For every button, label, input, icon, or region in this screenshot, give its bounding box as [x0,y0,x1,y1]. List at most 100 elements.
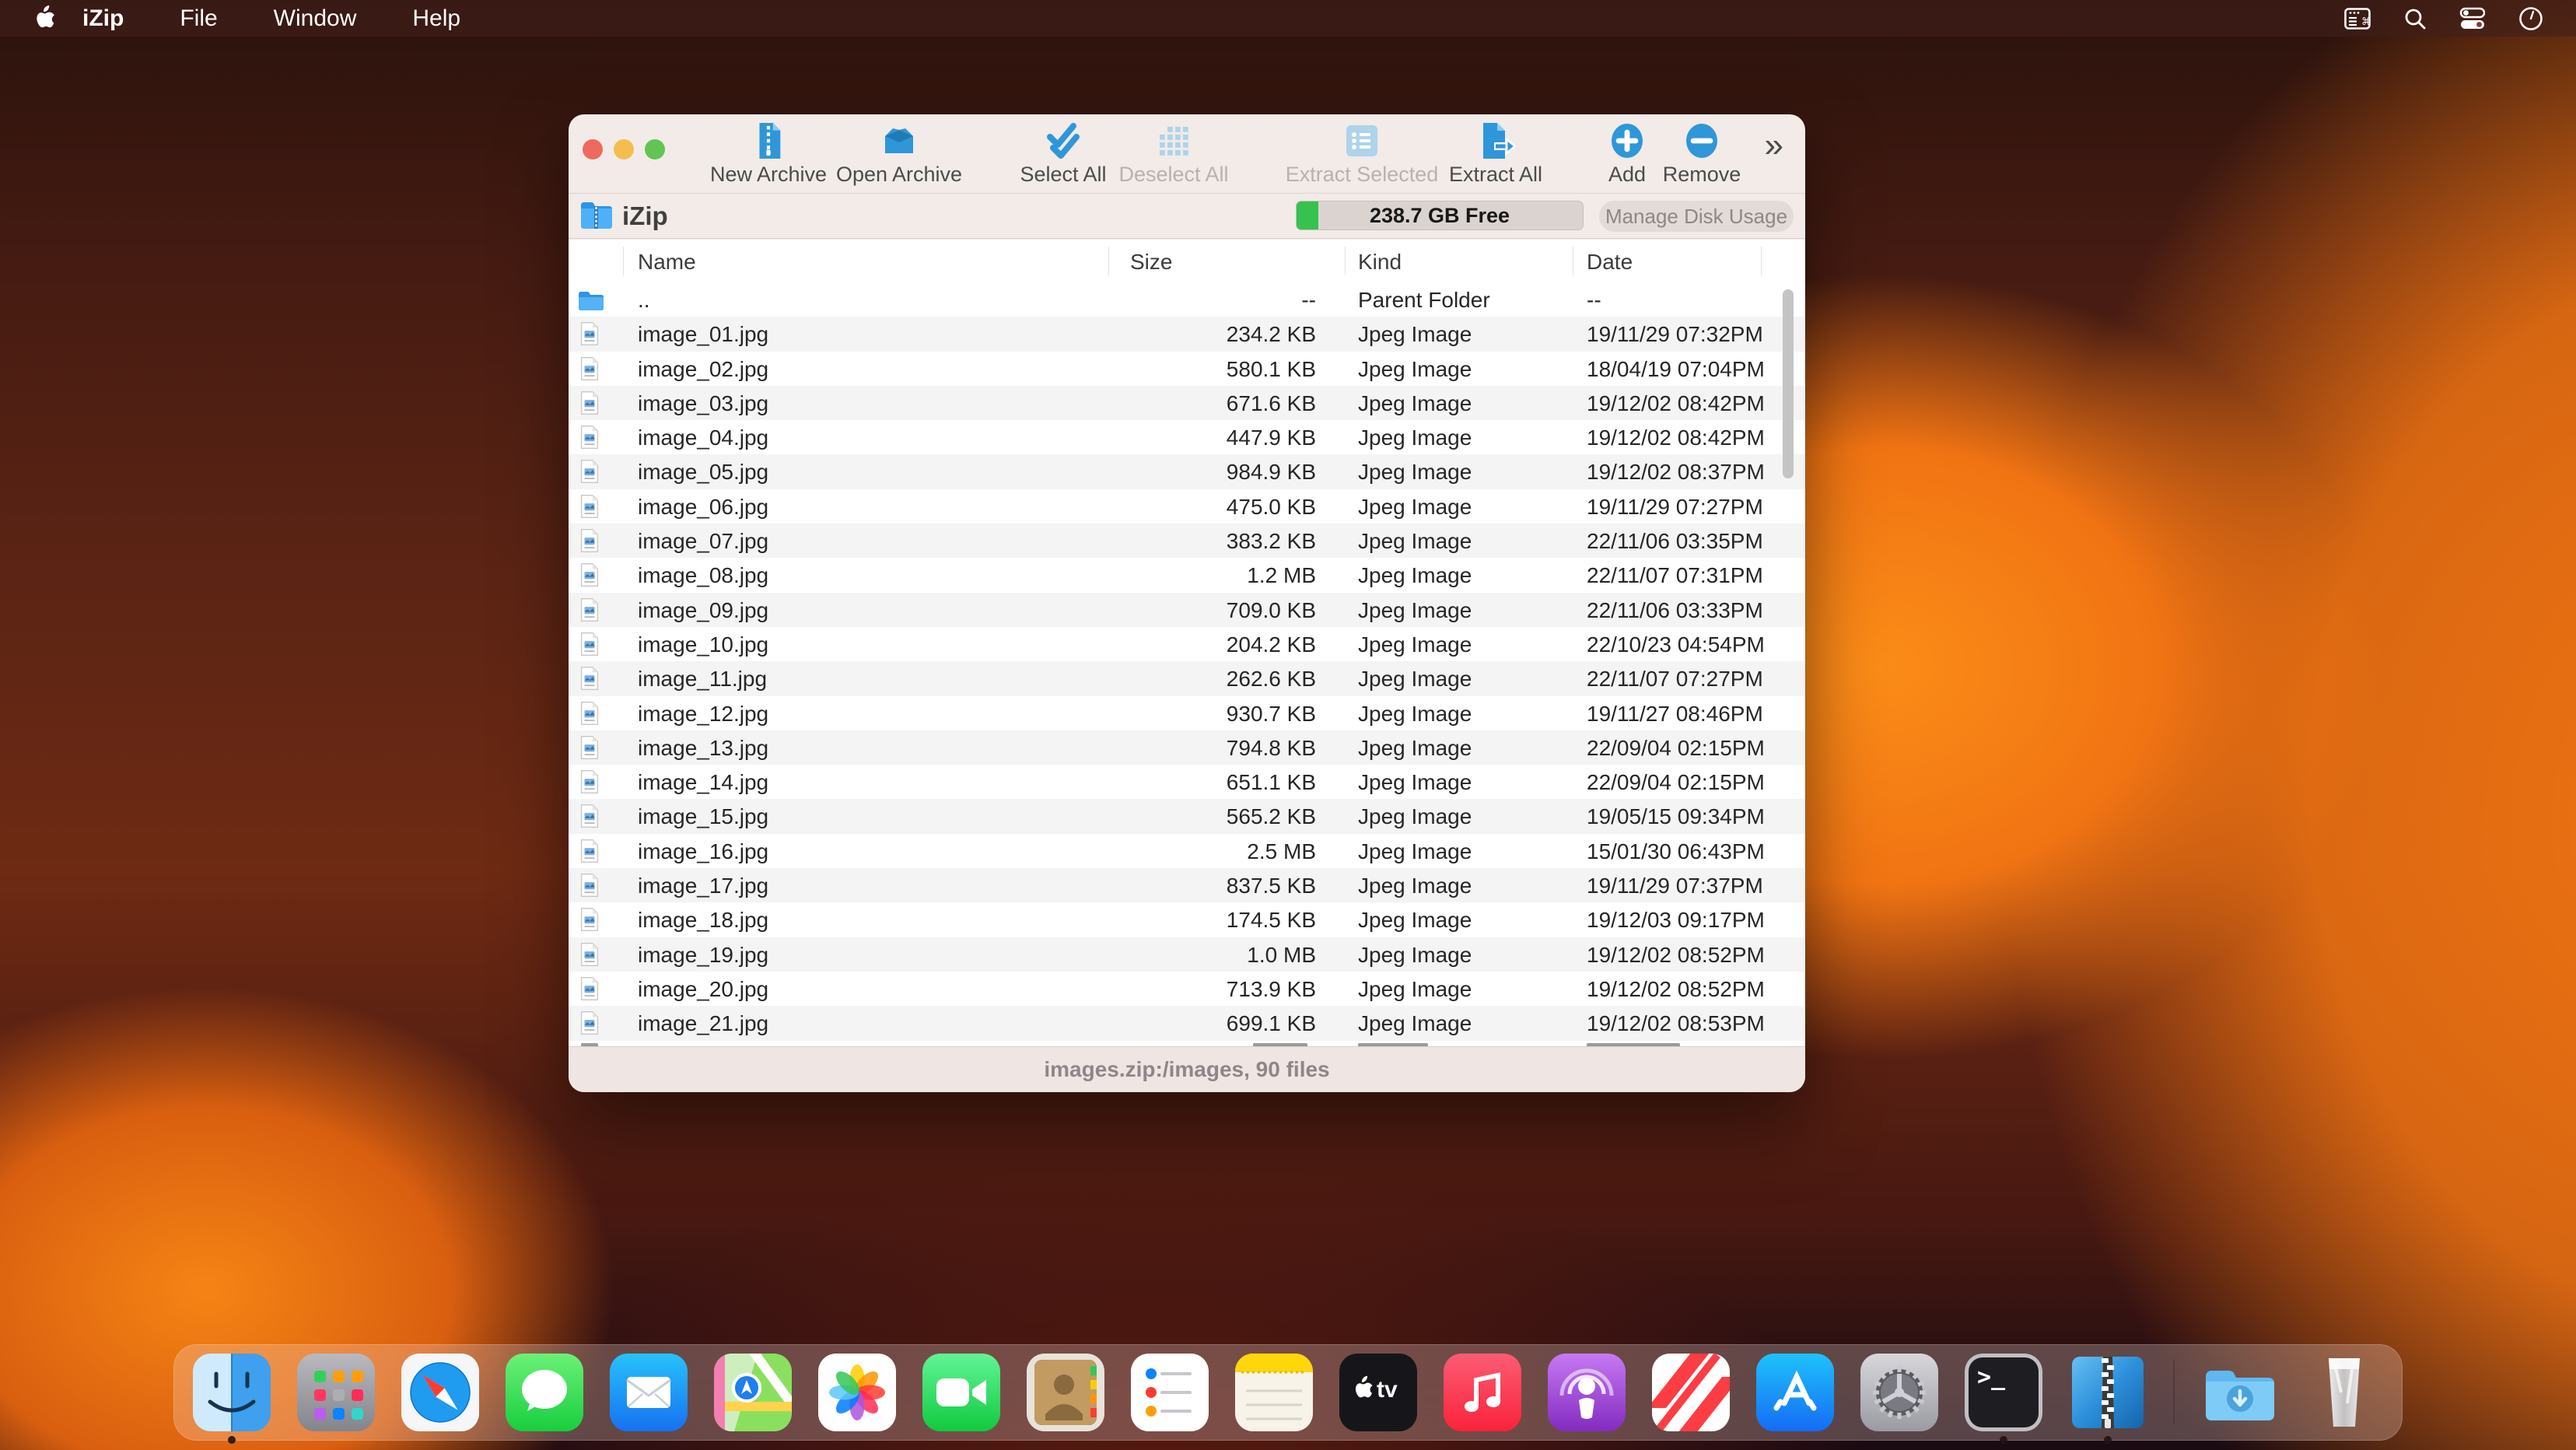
cell-size: 475.0 KB [1108,495,1316,520]
cell-name: image_02.jpg [638,357,768,382]
control-center-icon[interactable] [2459,7,2486,30]
cell-name: image_12.jpg [638,702,768,727]
table-row[interactable]: image_14.jpg651.1 KBJpeg Image22/09/04 0… [569,765,1805,799]
remove-button[interactable]: Remove [1612,121,1791,187]
table-row[interactable]: image_17.jpg837.5 KBJpeg Image19/11/29 0… [569,868,1805,902]
menu-item-window[interactable]: Window [246,5,385,32]
dock-icon-launchpad[interactable] [297,1354,375,1431]
jpeg-file-icon [579,459,600,488]
dock-icon-finder[interactable] [193,1354,271,1431]
table-row[interactable]: image_06.jpg475.0 KBJpeg Image19/11/29 0… [569,489,1805,524]
dock-icon-news[interactable] [1652,1354,1730,1431]
cell-kind: Jpeg Image [1358,598,1472,623]
window-toolbar: » New ArchiveOpen ArchiveSelect AllDesel… [569,114,1805,194]
dock-icon-podcasts[interactable] [1548,1354,1626,1431]
spotlight-icon[interactable] [2403,7,2427,30]
column-header-kind[interactable]: Kind [1358,250,1402,275]
table-row[interactable]: image_13.jpg794.8 KBJpeg Image22/09/04 0… [569,730,1805,765]
dock-icon-safari[interactable] [401,1354,479,1431]
table-row[interactable]: image_01.jpg234.2 KBJpeg Image19/11/29 0… [569,317,1805,351]
input-source-icon[interactable]: ⌘ [2344,8,2371,30]
cell-name: image_04.jpg [638,426,768,450]
deselect-all-button[interactable]: Deselect All [1084,121,1263,187]
zoom-button[interactable] [645,139,665,159]
dock-icon-contacts[interactable] [1027,1354,1104,1431]
table-row[interactable]: image_11.jpg262.6 KBJpeg Image22/11/07 0… [569,661,1805,695]
cell-kind: Jpeg Image [1358,632,1472,657]
menu-item-help[interactable]: Help [384,5,488,32]
cell-date: 22/10/23 04:54PM [1587,632,1765,657]
messages-icon [506,1354,583,1431]
close-button[interactable] [583,139,603,159]
dock-icon-izip[interactable] [2069,1354,2147,1431]
menu-status-icons: ⌘ [2344,6,2543,31]
table-row[interactable]: image_07.jpg383.2 KBJpeg Image22/11/06 0… [569,524,1805,558]
cell-size: 984.9 KB [1108,460,1316,485]
dock-icon-tv[interactable]: tv [1339,1354,1417,1431]
menu-item-file[interactable]: File [152,5,245,32]
table-row[interactable]: image_08.jpg1.2 MBJpeg Image22/11/07 07:… [569,558,1805,592]
svg-text:>_: >_ [1977,1364,2006,1391]
table-row[interactable]: image_19.jpg1.0 MBJpeg Image19/12/02 08:… [569,937,1805,972]
cell-name: image_13.jpg [638,736,768,761]
table-row[interactable]: image_12.jpg930.7 KBJpeg Image19/11/27 0… [569,696,1805,730]
jpeg-file-icon [579,1010,600,1039]
menu-item-izip[interactable]: iZip [82,5,152,32]
dock-icon-mail[interactable] [610,1354,688,1431]
cell-name: image_10.jpg [638,632,768,657]
cell-date: 22/09/04 02:15PM [1587,770,1765,795]
cell-date: 19/12/02 08:53PM [1587,1011,1765,1036]
svg-text:⌘: ⌘ [2361,16,2371,28]
dock-icon-notes[interactable] [1235,1354,1313,1431]
table-row[interactable]: image_10.jpg204.2 KBJpeg Image22/10/23 0… [569,627,1805,661]
header-separator [1345,247,1346,275]
dock-icon-music[interactable] [1444,1354,1521,1431]
dock-icon-terminal[interactable]: >_ [1965,1354,2042,1431]
table-row[interactable]: ..--Parent Folder-- [569,282,1805,317]
cell-date: 22/11/07 07:27PM [1587,667,1763,692]
dock-icon-facetime[interactable] [922,1354,1000,1431]
cell-date: 19/12/02 08:52PM [1587,943,1765,968]
table-row[interactable]: image_21.jpg699.1 KBJpeg Image19/12/02 0… [569,1006,1805,1040]
column-header-date[interactable]: Date [1587,250,1633,275]
table-row[interactable]: image_15.jpg565.2 KBJpeg Image19/05/15 0… [569,799,1805,833]
table-row[interactable]: image_05.jpg984.9 KBJpeg Image19/12/02 0… [569,454,1805,489]
apple-menu-icon[interactable] [31,5,54,32]
table-row[interactable]: image_09.jpg709.0 KBJpeg Image22/11/06 0… [569,593,1805,627]
cell-name: image_14.jpg [638,770,768,795]
manage-disk-usage-button[interactable]: Manage Disk Usage [1599,201,1794,232]
dock-icon-photos[interactable] [818,1354,896,1431]
header-separator [1761,247,1762,275]
dock-icon-downloads[interactable] [2201,1354,2279,1431]
table-row[interactable]: image_03.jpg671.6 KBJpeg Image19/12/02 0… [569,386,1805,420]
table-row[interactable]: image_16.jpg2.5 MBJpeg Image15/01/30 06:… [569,834,1805,868]
downloads-icon [2201,1354,2279,1431]
column-header-name[interactable]: Name [638,250,696,275]
clock-icon[interactable] [2518,6,2543,31]
scrollbar-thumb[interactable] [1783,289,1794,478]
cell-name: image_09.jpg [638,598,768,623]
table-row[interactable]: image_02.jpg580.1 KBJpeg Image18/04/19 0… [569,352,1805,386]
jpeg-file-icon [579,562,600,591]
dock-icon-reminders[interactable] [1131,1354,1209,1431]
column-header-size[interactable]: Size [1130,250,1172,275]
cell-name: image_07.jpg [638,529,768,554]
open-archive-button[interactable]: Open Archive [810,121,989,187]
dock-icon-maps[interactable] [714,1354,792,1431]
table-row[interactable]: image_20.jpg713.9 KBJpeg Image19/12/02 0… [569,972,1805,1006]
cell-kind: Jpeg Image [1358,460,1472,485]
cell-size: 651.1 KB [1108,770,1316,795]
dock-icon-settings[interactable] [1860,1354,1938,1431]
table-row[interactable]: image_04.jpg447.9 KBJpeg Image19/12/02 0… [569,420,1805,454]
dock-icon-appstore[interactable] [1756,1354,1834,1431]
dock-icon-messages[interactable] [506,1354,583,1431]
cell-kind: Jpeg Image [1358,908,1472,933]
dock-icon-trash[interactable] [2305,1354,2383,1431]
header-separator [623,247,624,275]
cell-name: image_21.jpg [638,1011,768,1036]
news-icon [1652,1354,1730,1431]
minimize-button[interactable] [614,139,634,159]
disk-usage-gauge: 238.7 GB Free [1296,201,1584,230]
contacts-icon [1027,1354,1104,1431]
table-row[interactable]: image_18.jpg174.5 KBJpeg Image19/12/03 0… [569,902,1805,937]
